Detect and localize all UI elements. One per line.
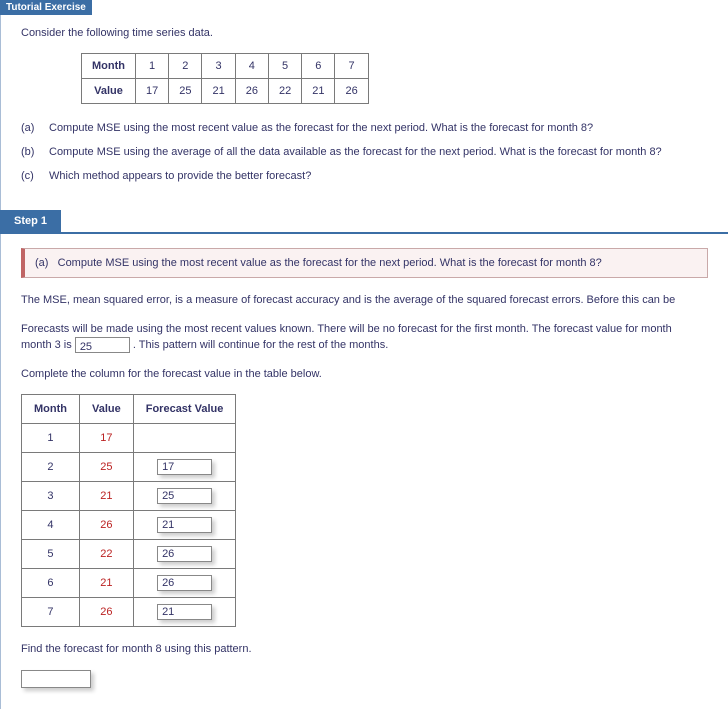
sub-question-box: (a) Compute MSE using the most recent va… bbox=[21, 248, 708, 278]
tutorial-header: Tutorial Exercise bbox=[0, 0, 92, 15]
forecast-table: Month Value Forecast Value 1 17 2 25 1 7 … bbox=[21, 394, 236, 627]
row-label-month: Month bbox=[82, 54, 136, 79]
month-cell: 2 bbox=[169, 54, 202, 79]
question-text: Which method appears to provide the bett… bbox=[49, 170, 311, 182]
value-cell: 26 bbox=[335, 79, 368, 104]
question-text: Compute MSE using the average of all the… bbox=[49, 146, 662, 158]
forecast-cell: 25 bbox=[133, 482, 236, 511]
table-row: 2 25 17 bbox=[22, 453, 236, 482]
table-row: 7 26 21 bbox=[22, 598, 236, 627]
p2-text-c: . This pattern will continue for the res… bbox=[133, 339, 388, 351]
forecast-input[interactable]: 21 bbox=[157, 604, 212, 620]
month-cell: 3 bbox=[202, 54, 235, 79]
question-list: (a) Compute MSE using the most recent va… bbox=[21, 122, 708, 182]
forecast-cell: 21 bbox=[133, 598, 236, 627]
forecast-cell: 26 bbox=[133, 540, 236, 569]
table-row: 5 22 26 bbox=[22, 540, 236, 569]
value-cell: 17 bbox=[135, 79, 168, 104]
table-row: Month 1 2 3 4 5 6 7 bbox=[82, 54, 369, 79]
value-cell: 26 bbox=[79, 598, 133, 627]
table-row: Value 17 25 21 26 22 21 26 bbox=[82, 79, 369, 104]
time-series-table: Month 1 2 3 4 5 6 7 Value 17 25 21 26 22… bbox=[81, 53, 369, 104]
table-row: 1 17 bbox=[22, 424, 236, 453]
value-cell: 21 bbox=[302, 79, 335, 104]
p2-text-a: Forecasts will be made using the most re… bbox=[21, 323, 672, 335]
forecast-input[interactable]: 26 bbox=[157, 546, 212, 562]
value-cell: 21 bbox=[202, 79, 235, 104]
col-forecast: Forecast Value bbox=[133, 395, 236, 424]
value-cell: 25 bbox=[79, 453, 133, 482]
step-content: (a) Compute MSE using the most recent va… bbox=[0, 234, 728, 709]
step-tab: Step 1 bbox=[0, 210, 61, 232]
problem-section: Consider the following time series data.… bbox=[0, 15, 728, 210]
forecast-input[interactable]: 21 bbox=[157, 517, 212, 533]
table-row: 3 21 25 bbox=[22, 482, 236, 511]
month-cell: 3 bbox=[22, 482, 80, 511]
question-c: (c) Which method appears to provide the … bbox=[21, 170, 708, 182]
table-row: 4 26 21 bbox=[22, 511, 236, 540]
step-tab-container: Step 1 bbox=[0, 210, 728, 232]
value-cell: 22 bbox=[79, 540, 133, 569]
month3-forecast-input[interactable]: 25 bbox=[75, 337, 130, 353]
row-label-value: Value bbox=[82, 79, 136, 104]
value-cell: 22 bbox=[268, 79, 301, 104]
month-cell: 2 bbox=[22, 453, 80, 482]
question-label: (c) bbox=[21, 170, 49, 182]
month-cell: 4 bbox=[235, 54, 268, 79]
p2-text-b: month 3 is bbox=[21, 339, 72, 351]
month-cell: 5 bbox=[268, 54, 301, 79]
sub-question-text: Compute MSE using the most recent value … bbox=[58, 257, 602, 269]
value-cell: 21 bbox=[79, 569, 133, 598]
value-cell: 26 bbox=[79, 511, 133, 540]
month-cell: 4 bbox=[22, 511, 80, 540]
forecast-input[interactable]: 26 bbox=[157, 575, 212, 591]
month-cell: 1 bbox=[135, 54, 168, 79]
question-text: Compute MSE using the most recent value … bbox=[49, 122, 593, 134]
intro-text: Consider the following time series data. bbox=[21, 27, 708, 39]
month8-forecast-input[interactable] bbox=[21, 670, 91, 688]
col-month: Month bbox=[22, 395, 80, 424]
value-cell: 21 bbox=[79, 482, 133, 511]
month-cell: 7 bbox=[22, 598, 80, 627]
forecast-input[interactable]: 25 bbox=[157, 488, 212, 504]
question-label: (a) bbox=[21, 122, 49, 134]
month-cell: 6 bbox=[302, 54, 335, 79]
value-cell: 26 bbox=[235, 79, 268, 104]
explain-p3: Complete the column for the forecast val… bbox=[21, 366, 708, 383]
value-cell: 25 bbox=[169, 79, 202, 104]
explain-p2: Forecasts will be made using the most re… bbox=[21, 321, 708, 354]
forecast-cell: 21 bbox=[133, 511, 236, 540]
month-cell: 1 bbox=[22, 424, 80, 453]
question-a: (a) Compute MSE using the most recent va… bbox=[21, 122, 708, 134]
forecast-cell bbox=[133, 424, 236, 453]
question-b: (b) Compute MSE using the average of all… bbox=[21, 146, 708, 158]
table-header-row: Month Value Forecast Value bbox=[22, 395, 236, 424]
month-cell: 5 bbox=[22, 540, 80, 569]
forecast-input[interactable]: 17 bbox=[157, 459, 212, 475]
question-label: (b) bbox=[21, 146, 49, 158]
explain-p1: The MSE, mean squared error, is a measur… bbox=[21, 292, 708, 309]
month-cell: 6 bbox=[22, 569, 80, 598]
col-value: Value bbox=[79, 395, 133, 424]
table-row: 6 21 26 bbox=[22, 569, 236, 598]
month-cell: 7 bbox=[335, 54, 368, 79]
explain-p4: Find the forecast for month 8 using this… bbox=[21, 641, 708, 658]
sub-question-label: (a) bbox=[35, 257, 48, 269]
forecast-cell: 26 bbox=[133, 569, 236, 598]
value-cell: 17 bbox=[79, 424, 133, 453]
forecast-cell: 17 bbox=[133, 453, 236, 482]
